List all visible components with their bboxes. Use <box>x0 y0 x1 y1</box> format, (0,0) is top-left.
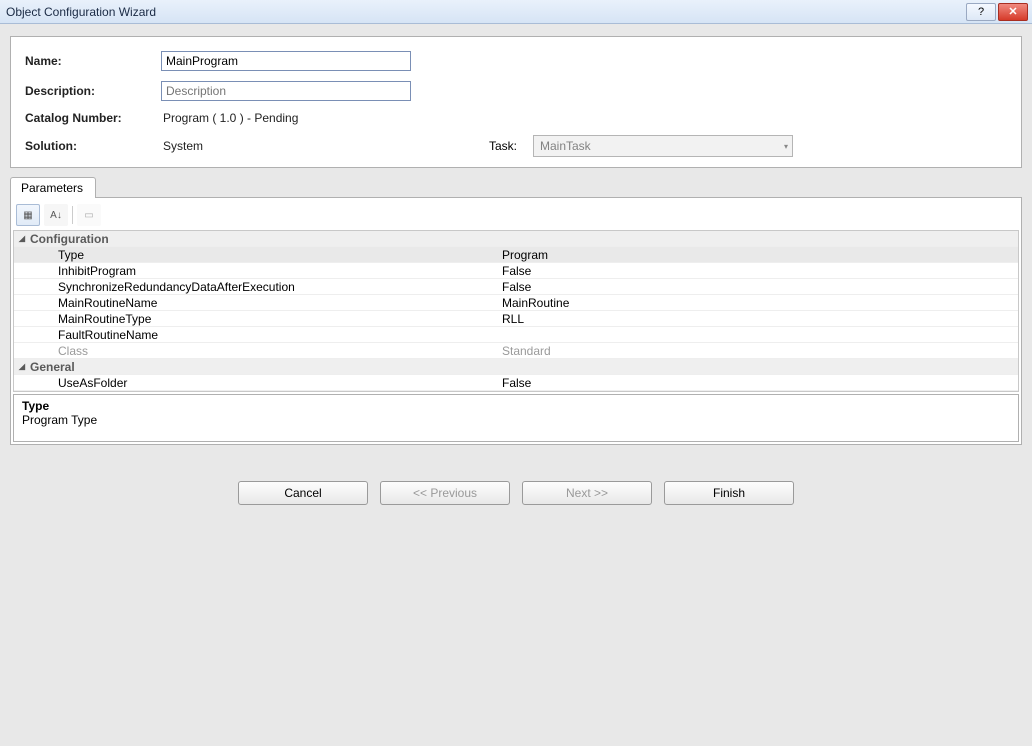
catalog-number-label: Catalog Number: <box>25 111 155 125</box>
titlebar-buttons: ? ✕ <box>966 3 1028 21</box>
property-value[interactable]: False <box>500 263 1018 278</box>
property-value[interactable]: MainRoutine <box>500 295 1018 310</box>
property-name: UseAsFolder <box>30 375 500 390</box>
categorized-view-button[interactable]: ▦ <box>16 204 40 226</box>
task-label: Task: <box>427 139 527 153</box>
name-input[interactable] <box>161 51 411 71</box>
help-title: Type <box>22 399 1010 413</box>
titlebar: Object Configuration Wizard ? ✕ <box>0 0 1032 24</box>
next-button[interactable]: Next >> <box>522 481 652 505</box>
property-name: Type <box>30 247 500 262</box>
pages-icon: ▭ <box>84 210 93 221</box>
property-grid-toolbar: ▦ A↓ ▭ <box>13 200 1019 230</box>
property-value[interactable]: Standard <box>500 343 1018 358</box>
window-title: Object Configuration Wizard <box>6 5 966 19</box>
categorized-icon: ▦ <box>23 210 32 221</box>
property-row[interactable]: MainRoutineTypeRLL <box>14 311 1018 327</box>
finish-button[interactable]: Finish <box>664 481 794 505</box>
previous-button[interactable]: << Previous <box>380 481 510 505</box>
close-button[interactable]: ✕ <box>998 3 1028 21</box>
help-button[interactable]: ? <box>966 3 996 21</box>
property-group[interactable]: ◢General <box>14 359 1018 375</box>
property-value[interactable] <box>500 327 1018 342</box>
collapse-icon: ◢ <box>14 359 30 374</box>
tab-strip: Parameters <box>10 176 1022 197</box>
property-value[interactable]: False <box>500 279 1018 294</box>
catalog-number-value: Program ( 1.0 ) - Pending <box>161 111 421 125</box>
group-name: General <box>30 359 500 374</box>
description-input[interactable] <box>161 81 411 101</box>
property-name: InhibitProgram <box>30 263 500 278</box>
property-help-panel: Type Program Type <box>13 394 1019 442</box>
property-row[interactable]: FaultRoutineName <box>14 327 1018 343</box>
property-value[interactable]: False <box>500 375 1018 390</box>
form-panel: Name: Description: Catalog Number: Progr… <box>10 36 1022 168</box>
solution-value: System <box>161 139 421 153</box>
solution-label: Solution: <box>25 139 155 153</box>
content-area: Name: Description: Catalog Number: Progr… <box>0 24 1032 746</box>
property-value[interactable]: Program <box>500 247 1018 262</box>
chevron-down-icon: ▾ <box>784 142 788 151</box>
property-row[interactable]: TypeProgram <box>14 247 1018 263</box>
help-text: Program Type <box>22 413 1010 427</box>
task-combobox[interactable]: MainTask ▾ <box>533 135 793 157</box>
name-label: Name: <box>25 54 155 68</box>
property-name: SynchronizeRedundancyDataAfterExecution <box>30 279 500 294</box>
property-value[interactable]: RLL <box>500 311 1018 326</box>
cancel-button[interactable]: Cancel <box>238 481 368 505</box>
property-row[interactable]: UseAsFolderFalse <box>14 375 1018 391</box>
property-name: MainRoutineName <box>30 295 500 310</box>
property-grid[interactable]: ◢ConfigurationTypeProgramInhibitProgramF… <box>13 230 1019 392</box>
group-name: Configuration <box>30 231 500 246</box>
wizard-buttons: Cancel << Previous Next >> Finish <box>10 445 1022 535</box>
alphabetical-view-button[interactable]: A↓ <box>44 204 68 226</box>
property-row[interactable]: SynchronizeRedundancyDataAfterExecutionF… <box>14 279 1018 295</box>
property-row[interactable]: ClassStandard <box>14 343 1018 359</box>
description-label: Description: <box>25 84 155 98</box>
parameters-panel: ▦ A↓ ▭ ◢ConfigurationTypeProgramInhibitP… <box>10 197 1022 445</box>
wizard-window: Object Configuration Wizard ? ✕ Name: De… <box>0 0 1032 746</box>
property-group[interactable]: ◢Configuration <box>14 231 1018 247</box>
toolbar-separator <box>72 206 73 224</box>
property-name: MainRoutineType <box>30 311 500 326</box>
property-name: Class <box>30 343 500 358</box>
tab-parameters[interactable]: Parameters <box>10 177 96 198</box>
property-pages-button[interactable]: ▭ <box>77 204 101 226</box>
property-name: FaultRoutineName <box>30 327 500 342</box>
property-row[interactable]: InhibitProgramFalse <box>14 263 1018 279</box>
sort-icon: A↓ <box>50 210 62 221</box>
task-selected-value: MainTask <box>540 139 591 153</box>
property-row[interactable]: MainRoutineNameMainRoutine <box>14 295 1018 311</box>
collapse-icon: ◢ <box>14 231 30 246</box>
